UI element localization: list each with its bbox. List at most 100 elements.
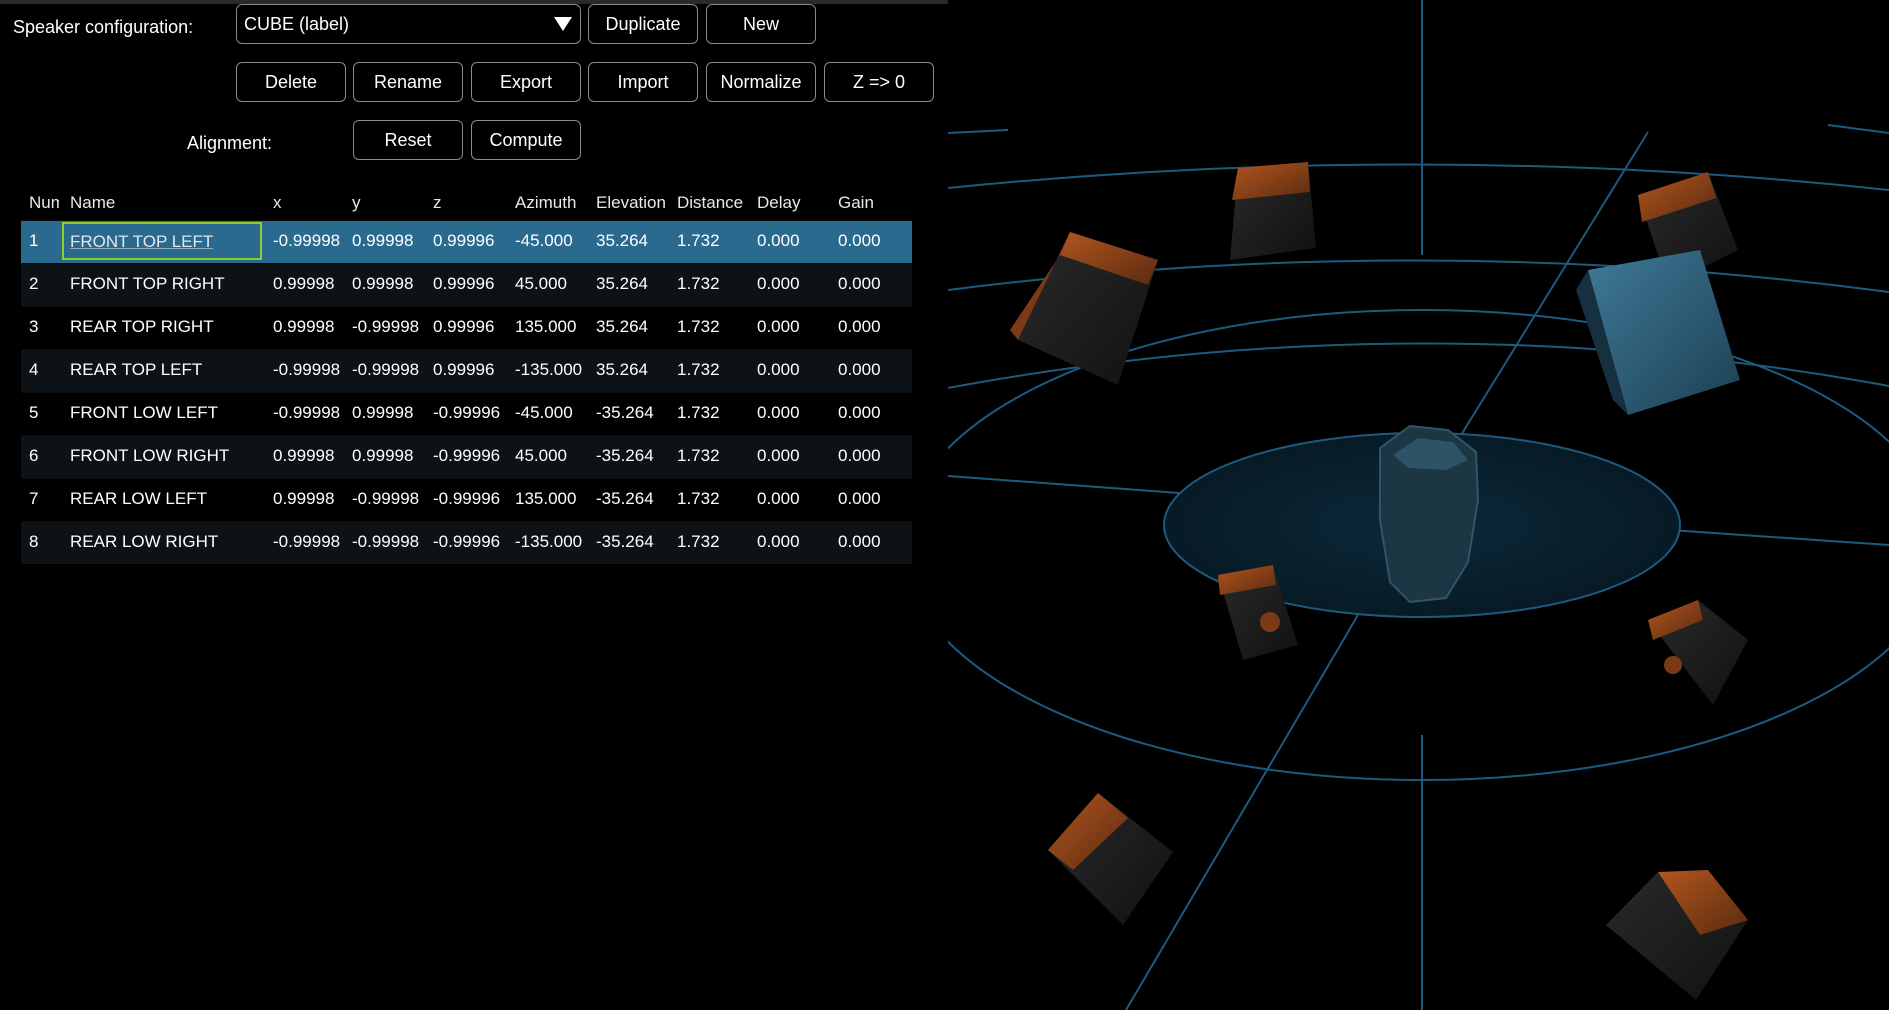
cell-azimuth[interactable]: -135.000 xyxy=(515,532,582,552)
cell-name[interactable]: REAR LOW LEFT xyxy=(70,489,207,509)
cell-delay[interactable]: 0.000 xyxy=(757,274,800,294)
cell-name[interactable]: REAR TOP RIGHT xyxy=(70,317,214,337)
table-row[interactable]: 8 REAR LOW RIGHT -0.99998 -0.99998 -0.99996-… xyxy=(21,521,912,564)
cell-x[interactable]: 0.99998 xyxy=(273,317,334,337)
dropdown-arrow-icon[interactable] xyxy=(554,17,572,31)
cell-x[interactable]: 0.99998 xyxy=(273,446,334,466)
cell-distance[interactable]: 1.732 xyxy=(677,403,720,423)
cell-azimuth[interactable]: 135.000 xyxy=(515,489,576,509)
column-header-name[interactable]: Name xyxy=(70,193,115,213)
cell-distance[interactable]: 1.732 xyxy=(677,274,720,294)
cell-delay[interactable]: 0.000 xyxy=(757,317,800,337)
cell-elevation[interactable]: 35.264 xyxy=(596,274,648,294)
cell-x[interactable]: -0.99998 xyxy=(273,360,340,380)
cell-z[interactable]: 0.99996 xyxy=(433,231,494,251)
cell-y[interactable]: 0.99998 xyxy=(352,446,413,466)
cell-delay[interactable]: 0.000 xyxy=(757,403,800,423)
cell-azimuth[interactable]: 45.000 xyxy=(515,274,567,294)
cell-azimuth[interactable]: -135.000 xyxy=(515,360,582,380)
cell-elevation[interactable]: 35.264 xyxy=(596,231,648,251)
cell-gain[interactable]: 0.000 xyxy=(838,274,881,294)
cell-x[interactable]: -0.99998 xyxy=(273,231,340,251)
cell-elevation[interactable]: -35.264 xyxy=(596,446,654,466)
cell-num[interactable]: 3 xyxy=(29,317,38,337)
cell-gain[interactable]: 0.000 xyxy=(838,532,881,552)
cell-name[interactable]: REAR TOP LEFT xyxy=(70,360,202,380)
cell-name[interactable]: REAR LOW RIGHT xyxy=(70,532,218,552)
cell-azimuth[interactable]: -45.000 xyxy=(515,231,573,251)
table-row[interactable]: 2 FRONT TOP RIGHT 0.99998 0.99998 0.99996 45.… xyxy=(21,263,912,306)
table-row[interactable]: 6 FRONT LOW RIGHT 0.99998 0.99998 -0.99996 45… xyxy=(21,435,912,478)
cell-num[interactable]: 1 xyxy=(29,231,38,251)
cell-elevation[interactable]: -35.264 xyxy=(596,489,654,509)
cell-num[interactable]: 6 xyxy=(29,446,38,466)
speaker-front-top-left[interactable] xyxy=(1010,232,1158,385)
column-header-delay[interactable]: Delay xyxy=(757,193,800,213)
speaker-front-top-right[interactable] xyxy=(1230,162,1316,260)
cell-z[interactable]: 0.99996 xyxy=(433,317,494,337)
cell-elevation[interactable]: -35.264 xyxy=(596,532,654,552)
cell-z[interactable]: -0.99996 xyxy=(433,446,500,466)
cell-y[interactable]: 0.99998 xyxy=(352,403,413,423)
cell-x[interactable]: -0.99998 xyxy=(273,532,340,552)
cell-z[interactable]: -0.99996 xyxy=(433,403,500,423)
speaker-rear-low-left[interactable] xyxy=(1048,793,1173,925)
cell-gain[interactable]: 0.000 xyxy=(838,403,881,423)
cell-z[interactable]: 0.99996 xyxy=(433,360,494,380)
duplicate-button[interactable]: Duplicate xyxy=(588,4,698,44)
column-header-z[interactable]: z xyxy=(433,193,442,213)
cell-z[interactable]: 0.99996 xyxy=(433,274,494,294)
name-edit-field[interactable]: FRONT TOP LEFT xyxy=(62,222,262,260)
cell-name[interactable]: FRONT LOW LEFT xyxy=(70,403,218,423)
cell-distance[interactable]: 1.732 xyxy=(677,489,720,509)
speaker-front-low-right[interactable] xyxy=(1648,600,1748,705)
cell-x[interactable]: 0.99998 xyxy=(273,274,334,294)
speaker-3d-viewport[interactable] xyxy=(948,0,1889,1010)
rename-button[interactable]: Rename xyxy=(353,62,463,102)
column-header-y[interactable]: y xyxy=(352,193,361,213)
cell-num[interactable]: 5 xyxy=(29,403,38,423)
cell-distance[interactable]: 1.732 xyxy=(677,446,720,466)
cell-y[interactable]: 0.99998 xyxy=(352,274,413,294)
cell-delay[interactable]: 0.000 xyxy=(757,231,800,251)
cell-distance[interactable]: 1.732 xyxy=(677,317,720,337)
cell-delay[interactable]: 0.000 xyxy=(757,532,800,552)
cell-y[interactable]: -0.99998 xyxy=(352,532,419,552)
cell-delay[interactable]: 0.000 xyxy=(757,360,800,380)
speaker-selected-highlight[interactable] xyxy=(1576,250,1740,415)
cell-name[interactable]: FRONT TOP RIGHT xyxy=(70,274,225,294)
column-header-elevation[interactable]: Elevation xyxy=(596,193,666,213)
cell-num[interactable]: 2 xyxy=(29,274,38,294)
cell-y[interactable]: -0.99998 xyxy=(352,360,419,380)
column-header-num[interactable]: Num xyxy=(29,193,59,213)
new-button[interactable]: New xyxy=(706,4,816,44)
viewport-canvas[interactable] xyxy=(948,0,1889,1010)
table-row[interactable]: 5 FRONT LOW LEFT -0.99998 0.99998 -0.99996 -4… xyxy=(21,392,912,435)
cell-gain[interactable]: 0.000 xyxy=(838,360,881,380)
export-button[interactable]: Export xyxy=(471,62,581,102)
cell-azimuth[interactable]: 45.000 xyxy=(515,446,567,466)
cell-delay[interactable]: 0.000 xyxy=(757,489,800,509)
speaker-config-dropdown[interactable]: CUBE (label) xyxy=(236,4,581,44)
cell-elevation[interactable]: -35.264 xyxy=(596,403,654,423)
z-zero-button[interactable]: Z => 0 xyxy=(824,62,934,102)
normalize-button[interactable]: Normalize xyxy=(706,62,816,102)
column-header-gain[interactable]: Gain xyxy=(838,193,874,213)
table-row[interactable]: 1 FRONT TOP LEFT -0.99998 0.99998 0.99996 -45… xyxy=(21,220,912,263)
cell-num[interactable]: 4 xyxy=(29,360,38,380)
cell-elevation[interactable]: 35.264 xyxy=(596,360,648,380)
reset-button[interactable]: Reset xyxy=(353,120,463,160)
cell-gain[interactable]: 0.000 xyxy=(838,231,881,251)
table-row[interactable]: 3 REAR TOP RIGHT 0.99998 -0.99998 0.99996 135… xyxy=(21,306,912,349)
cell-azimuth[interactable]: 135.000 xyxy=(515,317,576,337)
cell-x[interactable]: 0.99998 xyxy=(273,489,334,509)
cell-distance[interactable]: 1.732 xyxy=(677,532,720,552)
cell-delay[interactable]: 0.000 xyxy=(757,446,800,466)
cell-x[interactable]: -0.99998 xyxy=(273,403,340,423)
delete-button[interactable]: Delete xyxy=(236,62,346,102)
cell-y[interactable]: 0.99998 xyxy=(352,231,413,251)
cell-gain[interactable]: 0.000 xyxy=(838,489,881,509)
cell-gain[interactable]: 0.000 xyxy=(838,446,881,466)
cell-azimuth[interactable]: -45.000 xyxy=(515,403,573,423)
compute-button[interactable]: Compute xyxy=(471,120,581,160)
